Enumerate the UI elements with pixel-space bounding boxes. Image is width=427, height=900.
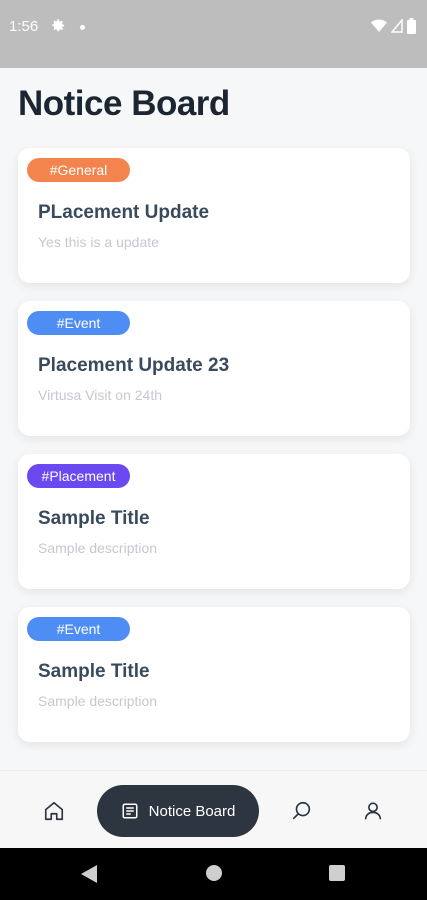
home-icon bbox=[44, 801, 64, 821]
notice-tag: #Placement bbox=[27, 464, 130, 488]
notice-title: Sample Title bbox=[38, 661, 150, 682]
recents-icon[interactable] bbox=[329, 865, 345, 881]
signal-icon bbox=[391, 19, 403, 33]
bottom-nav: Notice Board bbox=[0, 770, 427, 848]
settings-gear-icon bbox=[52, 19, 65, 32]
status-bar: 1:56 bbox=[0, 0, 427, 68]
notice-description: Yes this is a update bbox=[38, 234, 159, 250]
notice-title: Placement Update 23 bbox=[38, 355, 230, 376]
notification-dot bbox=[80, 25, 85, 30]
notice-title: PLacement Update bbox=[38, 202, 210, 223]
wifi-icon bbox=[371, 19, 387, 32]
notice-tag: #Event bbox=[27, 617, 130, 641]
notice-card[interactable]: #General PLacement Update Yes this is a … bbox=[18, 148, 410, 283]
search-icon bbox=[292, 801, 311, 820]
nav-search-button[interactable] bbox=[282, 785, 322, 837]
notice-description: Virtusa Visit on 24th bbox=[38, 387, 163, 403]
notice-board-icon bbox=[122, 803, 138, 819]
nav-notice-board-button[interactable]: Notice Board bbox=[97, 785, 259, 837]
notice-list[interactable]: #General PLacement Update Yes this is a … bbox=[0, 146, 427, 750]
notice-card[interactable]: #Event Sample Title Sample description bbox=[18, 607, 410, 742]
notice-title: Sample Title bbox=[38, 508, 150, 529]
notice-tag: #Event bbox=[27, 311, 130, 335]
system-nav-bar bbox=[0, 848, 427, 900]
notice-tag: #General bbox=[27, 158, 130, 182]
status-icons bbox=[371, 18, 416, 34]
home-circle-icon[interactable] bbox=[206, 865, 222, 881]
nav-notice-board-label: Notice Board bbox=[148, 802, 236, 820]
notice-description: Sample description bbox=[38, 540, 158, 556]
page-title: Notice Board bbox=[18, 84, 230, 123]
notice-description: Sample description bbox=[38, 693, 158, 709]
back-icon[interactable] bbox=[80, 864, 98, 884]
status-time: 1:56 bbox=[9, 18, 39, 35]
notice-card[interactable]: #Event Placement Update 23 Virtusa Visit… bbox=[18, 301, 410, 436]
battery-icon bbox=[407, 18, 416, 34]
nav-profile-button[interactable] bbox=[353, 785, 393, 837]
notice-card[interactable]: #Placement Sample Title Sample descripti… bbox=[18, 454, 410, 589]
profile-icon bbox=[364, 802, 382, 820]
nav-home-button[interactable] bbox=[34, 785, 74, 837]
